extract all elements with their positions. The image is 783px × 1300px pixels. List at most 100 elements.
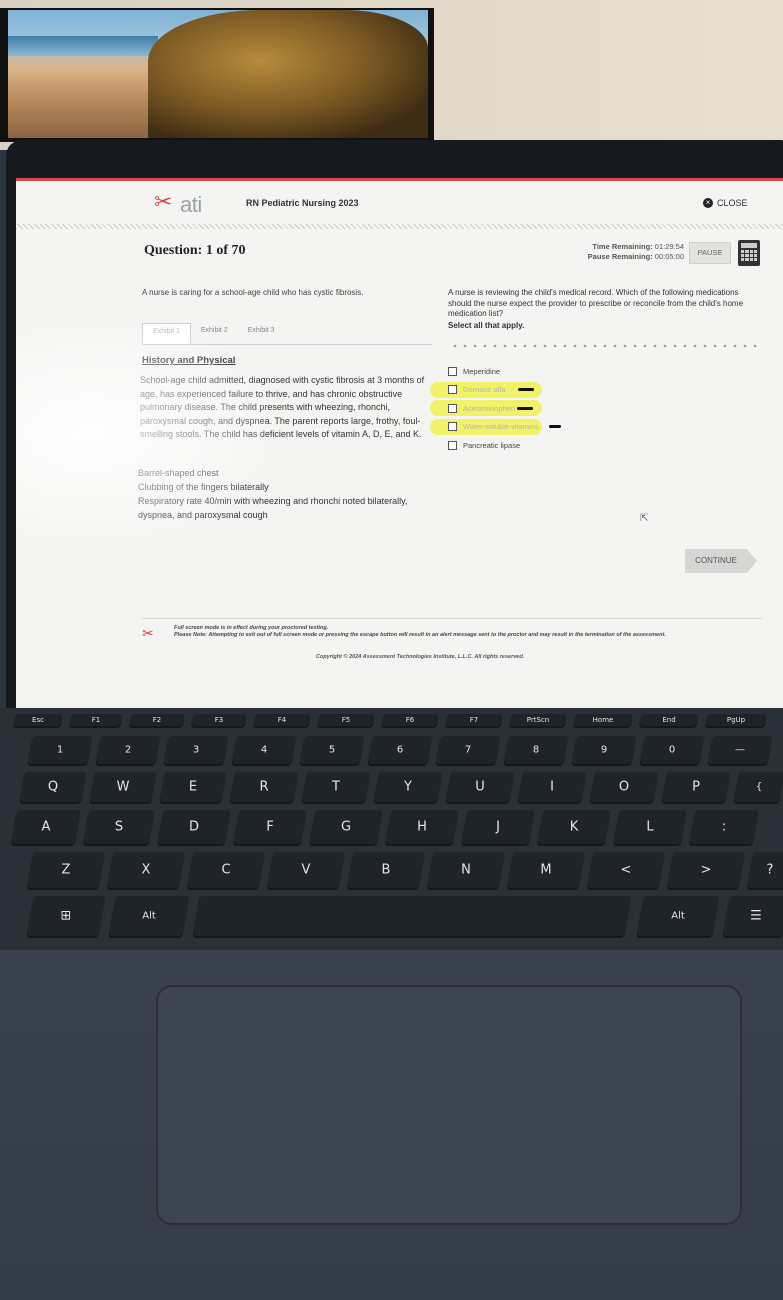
key-s[interactable]: S bbox=[83, 810, 155, 844]
key-e[interactable]: E bbox=[159, 772, 227, 802]
tab-exhibit-1[interactable]: Exhibit 1 bbox=[142, 323, 191, 344]
finding-item: Clubbing of the fingers bilaterally bbox=[138, 482, 269, 492]
finding-item: Barrel-shaped chest bbox=[138, 468, 219, 478]
key-slash[interactable]: ? bbox=[746, 852, 783, 888]
key-q[interactable]: Q bbox=[19, 772, 87, 802]
key-9[interactable]: 9 bbox=[571, 736, 637, 764]
key-0[interactable]: 0 bbox=[639, 736, 705, 764]
key-alt-right[interactable]: Alt bbox=[636, 896, 720, 936]
key-f[interactable]: F bbox=[233, 810, 307, 844]
question-prompt: A nurse is reviewing the child's medical… bbox=[448, 288, 760, 331]
option-meperidine[interactable]: Meperidine bbox=[448, 362, 648, 381]
scenario-text: A nurse is caring for a school-age child… bbox=[142, 288, 364, 297]
key-4[interactable]: 4 bbox=[231, 736, 297, 764]
key-period[interactable]: > bbox=[666, 852, 746, 888]
brand-bar bbox=[16, 178, 783, 181]
key-r[interactable]: R bbox=[229, 772, 299, 802]
keyboard: Esc F1 F2 F3 F4 F5 F6 F7 PrtScn Home End… bbox=[0, 708, 783, 953]
key-prtscn[interactable]: PrtScn bbox=[508, 714, 568, 726]
key-p[interactable]: P bbox=[661, 772, 731, 802]
time-remaining-value: 01:29:54 bbox=[654, 242, 684, 251]
key-f2[interactable]: F2 bbox=[128, 714, 186, 726]
tab-exhibit-2[interactable]: Exhibit 2 bbox=[191, 323, 238, 344]
key-f1[interactable]: F1 bbox=[68, 714, 124, 726]
key-u[interactable]: U bbox=[445, 772, 515, 802]
key-x[interactable]: X bbox=[106, 852, 186, 888]
option-water-soluble-vitamins[interactable]: Water-soluble vitamins bbox=[430, 418, 648, 437]
fullscreen-notice: Full screen mode is in effect during you… bbox=[174, 625, 764, 638]
key-y[interactable]: Y bbox=[373, 772, 443, 802]
trackpad[interactable] bbox=[156, 985, 742, 1225]
option-label: Dornase alfa bbox=[463, 385, 506, 395]
key-f7[interactable]: F7 bbox=[444, 714, 504, 726]
key-n[interactable]: N bbox=[426, 852, 506, 888]
pen-mark bbox=[548, 425, 561, 429]
dotted-divider bbox=[450, 344, 762, 348]
key-o[interactable]: O bbox=[589, 772, 659, 802]
key-6[interactable]: 6 bbox=[367, 736, 433, 764]
continue-button[interactable]: CONTINUE bbox=[685, 549, 747, 573]
key-minus[interactable]: — bbox=[707, 736, 773, 764]
key-d[interactable]: D bbox=[157, 810, 231, 844]
key-j[interactable]: J bbox=[461, 810, 535, 844]
key-i[interactable]: I bbox=[517, 772, 587, 802]
exam-title: RN Pediatric Nursing 2023 bbox=[246, 198, 359, 208]
key-k[interactable]: K bbox=[537, 810, 611, 844]
key-colon[interactable]: : bbox=[689, 810, 759, 844]
option-acetaminophen[interactable]: Acetaminophen bbox=[430, 399, 648, 418]
key-end[interactable]: End bbox=[638, 714, 700, 726]
exam-screen: ✂ ati RN Pediatric Nursing 2023 × CLOSE … bbox=[16, 178, 783, 708]
option-pancreatic-lipase[interactable]: Pancreatic lipase bbox=[448, 436, 648, 455]
close-label: CLOSE bbox=[717, 198, 748, 208]
close-button[interactable]: × CLOSE bbox=[703, 198, 748, 208]
key-h[interactable]: H bbox=[385, 810, 459, 844]
history-body: School-age child admitted, diagnosed wit… bbox=[140, 375, 425, 439]
key-windows[interactable]: ⊞ bbox=[26, 896, 106, 936]
key-g[interactable]: G bbox=[309, 810, 383, 844]
option-label: Pancreatic lipase bbox=[463, 440, 521, 450]
checkbox[interactable] bbox=[448, 422, 457, 432]
key-c[interactable]: C bbox=[186, 852, 266, 888]
findings-list: Barrel-shaped chest Clubbing of the fing… bbox=[138, 466, 438, 522]
key-alt-left[interactable]: Alt bbox=[108, 896, 190, 936]
key-space[interactable] bbox=[192, 896, 632, 936]
key-pgup[interactable]: PgUp bbox=[704, 714, 768, 726]
key-home[interactable]: Home bbox=[572, 714, 634, 726]
pause-button[interactable]: PAUSE bbox=[689, 242, 731, 264]
key-7[interactable]: 7 bbox=[435, 736, 501, 764]
key-w[interactable]: W bbox=[89, 772, 157, 802]
key-f6[interactable]: F6 bbox=[380, 714, 440, 726]
key-f5[interactable]: F5 bbox=[316, 714, 376, 726]
key-esc[interactable]: Esc bbox=[12, 714, 64, 726]
key-3[interactable]: 3 bbox=[163, 736, 229, 764]
key-v[interactable]: V bbox=[266, 852, 346, 888]
key-b[interactable]: B bbox=[346, 852, 426, 888]
key-1[interactable]: 1 bbox=[27, 736, 93, 764]
checkbox[interactable] bbox=[448, 403, 457, 413]
key-f4[interactable]: F4 bbox=[252, 714, 312, 726]
key-a[interactable]: A bbox=[11, 810, 81, 844]
key-m[interactable]: M bbox=[506, 852, 586, 888]
key-l[interactable]: L bbox=[613, 810, 687, 844]
calculator-icon[interactable] bbox=[738, 240, 760, 266]
key-2[interactable]: 2 bbox=[95, 736, 161, 764]
tab-exhibit-3[interactable]: Exhibit 3 bbox=[238, 323, 285, 344]
checkbox[interactable] bbox=[448, 366, 457, 376]
key-f3[interactable]: F3 bbox=[190, 714, 248, 726]
checkbox[interactable] bbox=[448, 385, 457, 395]
key-8[interactable]: 8 bbox=[503, 736, 569, 764]
key-t[interactable]: T bbox=[301, 772, 371, 802]
key-menu[interactable]: ☰ bbox=[722, 896, 783, 936]
key-5[interactable]: 5 bbox=[299, 736, 365, 764]
header-divider bbox=[16, 224, 783, 229]
key-comma[interactable]: < bbox=[586, 852, 666, 888]
option-dornase-alfa[interactable]: Dornase alfa bbox=[430, 381, 648, 400]
key-z[interactable]: Z bbox=[26, 852, 106, 888]
notice-line-2: Please Note: Attempting to exit out of f… bbox=[174, 631, 666, 638]
checkbox[interactable] bbox=[448, 440, 457, 450]
question-counter: Question: 1 of 70 bbox=[144, 243, 246, 258]
continue-arrow-icon[interactable] bbox=[747, 549, 757, 573]
exhibit-tabs: Exhibit 1 Exhibit 2 Exhibit 3 bbox=[142, 323, 432, 345]
option-label: Acetaminophen bbox=[463, 403, 516, 413]
key-bracket[interactable]: { bbox=[733, 772, 783, 802]
